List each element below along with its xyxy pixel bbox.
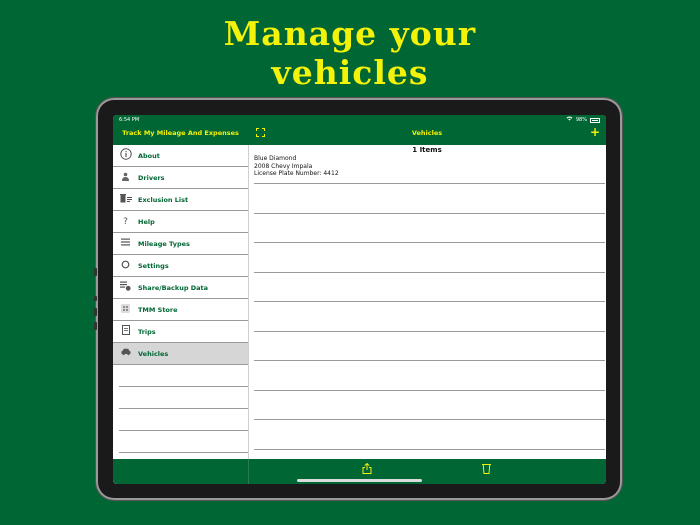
vehicle-list: Blue Diamond 2008 Chevy Impala License P… (254, 155, 605, 450)
car-icon (113, 348, 138, 359)
trash-list-icon (113, 193, 138, 206)
empty-row (254, 184, 605, 214)
add-vehicle-button[interactable]: + (590, 124, 600, 140)
sidebar-item-label: Help (138, 217, 155, 226)
main-header: Vehicles + (248, 125, 606, 145)
person-icon (113, 172, 138, 184)
sidebar-item-tmm-store[interactable]: TMM Store (113, 299, 248, 321)
vehicle-model: 2008 Chevy Impala (254, 162, 313, 170)
headline-line-2: vehicles (271, 53, 429, 92)
sidebar-item-settings[interactable]: Settings (113, 255, 248, 277)
sidebar: Track My Mileage And Expenses About Driv… (113, 125, 249, 484)
status-time: 6:54 PM (119, 117, 140, 123)
app-screen: 6:54 PM 98% Track My Mileage And Expense… (113, 115, 606, 484)
sidebar-item-label: Exclusion List (138, 195, 189, 204)
sidebar-menu: About Drivers Exclusion List ? Help Mile… (113, 145, 248, 453)
empty-row (254, 391, 605, 420)
question-icon: ? (123, 216, 128, 227)
sidebar-item-trips[interactable]: Trips (113, 321, 248, 343)
battery-icon (590, 117, 600, 123)
info-icon (113, 148, 138, 163)
vehicle-name: Blue Diamond (254, 155, 297, 162)
battery-percent: 98% (575, 117, 587, 123)
sidebar-item-mileage-types[interactable]: Mileage Types (113, 233, 248, 255)
sidebar-item-label: Drivers (138, 173, 165, 182)
expand-icon[interactable] (256, 125, 265, 141)
sidebar-item-help[interactable]: ? Help (113, 211, 248, 233)
sidebar-item-share-backup[interactable]: Share/Backup Data (113, 277, 248, 299)
device-side-button (94, 296, 97, 301)
device-side-button (94, 322, 97, 330)
sidebar-item-label: TMM Store (138, 305, 178, 314)
sidebar-item-vehicles[interactable]: Vehicles (113, 343, 248, 365)
toolbar-divider (248, 459, 249, 484)
empty-row (119, 387, 248, 409)
vehicle-plate: License Plate Number: 4412 (254, 170, 339, 177)
empty-row (119, 409, 248, 431)
document-icon (113, 325, 138, 338)
empty-row (254, 243, 605, 273)
empty-row (254, 302, 605, 332)
sidebar-item-label: About (138, 151, 160, 160)
trash-icon[interactable] (482, 463, 491, 477)
empty-row (254, 273, 605, 302)
device-side-button (94, 268, 97, 276)
empty-row (254, 420, 605, 450)
sidebar-item-label: Settings (138, 261, 169, 270)
share-icon[interactable] (362, 462, 372, 477)
sidebar-item-exclusion-list[interactable]: Exclusion List (113, 189, 248, 211)
vehicle-row[interactable]: Blue Diamond 2008 Chevy Impala License P… (254, 155, 605, 184)
empty-row (254, 361, 605, 391)
status-bar: 6:54 PM 98% (113, 115, 606, 125)
list-icon (113, 238, 138, 249)
circle-icon (113, 260, 138, 272)
sidebar-item-about[interactable]: About (113, 145, 248, 167)
wifi-icon (566, 115, 573, 125)
grid-icon (113, 303, 138, 316)
sidebar-item-label: Vehicles (138, 349, 169, 358)
empty-row (119, 365, 248, 387)
device-side-button (94, 308, 97, 316)
empty-row (254, 214, 605, 243)
item-count: 1 Items (412, 146, 442, 154)
headline-line-1: Manage your (223, 14, 477, 53)
home-indicator (297, 479, 422, 482)
sidebar-item-label: Trips (138, 327, 156, 336)
main-title: Vehicles (411, 129, 443, 137)
empty-row (254, 332, 605, 361)
sidebar-title: Track My Mileage And Expenses (113, 125, 248, 145)
sidebar-item-label: Mileage Types (138, 239, 190, 248)
empty-row (119, 431, 248, 453)
main-pane: Vehicles + 1 Items Blue Diamond 2008 Che… (248, 125, 606, 484)
share-data-icon (113, 281, 138, 294)
sidebar-item-drivers[interactable]: Drivers (113, 167, 248, 189)
sidebar-item-label: Share/Backup Data (138, 283, 209, 292)
